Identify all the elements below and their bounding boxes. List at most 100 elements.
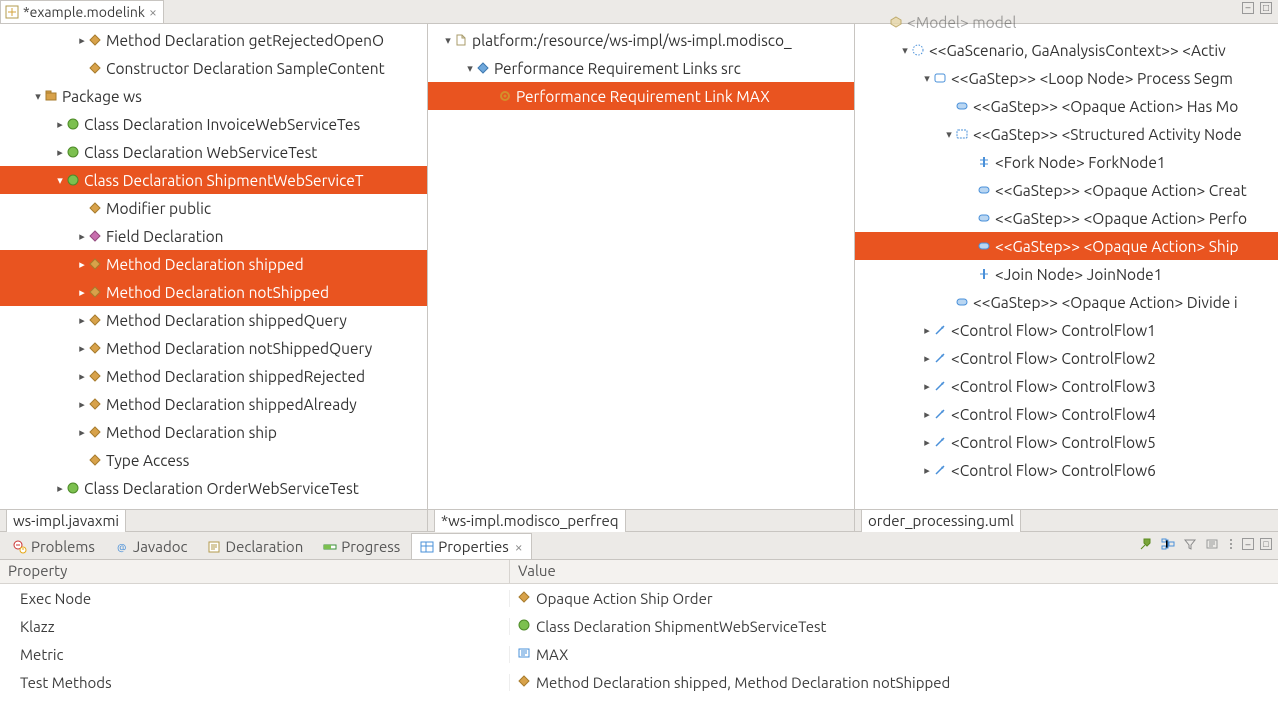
chevron-right-icon[interactable]: ▸	[54, 482, 66, 495]
chevron-right-icon[interactable]: ▸	[76, 34, 88, 47]
tree-row[interactable]: ▸Class Declaration InvoiceWebServiceTes	[0, 110, 427, 138]
chevron-right-icon[interactable]: ▸	[921, 380, 933, 393]
tree-row[interactable]: ▸Class Declaration WebServiceTest	[0, 138, 427, 166]
tree-row-label: <Fork Node> ForkNode1	[995, 154, 1166, 171]
tree-row[interactable]: <Fork Node> ForkNode1	[855, 148, 1278, 176]
tree-mode-icon[interactable]	[1160, 536, 1176, 552]
tree-row[interactable]: ▸<Control Flow> ControlFlow6	[855, 456, 1278, 484]
chevron-down-icon[interactable]: ▾	[899, 44, 911, 57]
class-icon	[518, 619, 532, 633]
chevron-down-icon[interactable]: ▾	[921, 72, 933, 85]
tree-row[interactable]: Performance Requirement Link MAX	[428, 82, 854, 110]
tree-row[interactable]: ▸Method Declaration ship	[0, 418, 427, 446]
tree-row-label: <Join Node> JoinNode1	[995, 266, 1162, 283]
tree-row[interactable]: <<GaStep>> <Opaque Action> Divide i	[855, 288, 1278, 316]
maximize-view-icon[interactable]: □	[1260, 538, 1272, 550]
tree-row[interactable]: ▸Method Declaration shippedAlready	[0, 390, 427, 418]
chevron-right-icon[interactable]: ▸	[54, 118, 66, 131]
chevron-right-icon[interactable]: ▸	[76, 230, 88, 243]
tree-row[interactable]: Type Access	[0, 446, 427, 474]
left-pane-tab[interactable]: ws-impl.javaxmi	[6, 510, 126, 532]
chevron-right-icon[interactable]: ▸	[76, 314, 88, 327]
chevron-right-icon[interactable]: ▸	[921, 352, 933, 365]
tree-row[interactable]: ▾Package ws	[0, 82, 427, 110]
chevron-right-icon[interactable]: ▸	[921, 324, 933, 337]
chevron-right-icon[interactable]: ▸	[76, 342, 88, 355]
tree-row-label: <<GaStep>> <Opaque Action> Divide i	[973, 294, 1238, 311]
tree-row[interactable]: ▾<<GaStep>> <Loop Node> Process Segm	[855, 64, 1278, 92]
tree-row[interactable]: <<GaStep>> <Opaque Action> Perfo	[855, 204, 1278, 232]
properties-body[interactable]: Exec NodeOpaque Action Ship OrderKlazzCl…	[0, 584, 1278, 710]
property-value[interactable]: Method Declaration shipped, Method Decla…	[510, 674, 950, 691]
chevron-down-icon[interactable]: ▾	[32, 90, 44, 103]
tree-row[interactable]: ▸<Control Flow> ControlFlow5	[855, 428, 1278, 456]
chevron-right-icon[interactable]: ▸	[76, 258, 88, 271]
middle-pane-tab[interactable]: *ws-impl.modisco_perfreq	[434, 510, 626, 532]
chevron-down-icon[interactable]: ▾	[464, 62, 476, 75]
tree-row[interactable]: ▸<Control Flow> ControlFlow1	[855, 316, 1278, 344]
property-row[interactable]: MetricMAX	[0, 640, 1278, 668]
chevron-right-icon[interactable]: ▸	[921, 436, 933, 449]
chevron-down-icon[interactable]: ▾	[54, 174, 66, 187]
property-key: Klazz	[0, 618, 510, 635]
tree-row[interactable]: ▸Method Declaration shipped	[0, 250, 427, 278]
tree-row[interactable]: <<GaStep>> <Opaque Action> Creat	[855, 176, 1278, 204]
property-value[interactable]: Class Declaration ShipmentWebServiceTest	[510, 618, 826, 635]
chevron-down-icon[interactable]: ▾	[442, 34, 454, 47]
view-tab-declaration[interactable]: Declaration	[198, 533, 312, 559]
tree-row[interactable]: ▸Method Declaration shippedRejected	[0, 362, 427, 390]
middle-tree[interactable]: ▾platform:/resource/ws-impl/ws-impl.modi…	[428, 24, 854, 509]
filter-icon[interactable]	[1182, 536, 1198, 552]
tree-row[interactable]: ▾Performance Requirement Links src	[428, 54, 854, 82]
tree-row[interactable]: ▾platform:/resource/ws-impl/ws-impl.modi…	[428, 26, 854, 54]
tree-row[interactable]: ▸Class Declaration OrderWebServiceTest	[0, 474, 427, 502]
tree-row[interactable]: ▾<<GaStep>> <Structured Activity Node	[855, 120, 1278, 148]
tree-row[interactable]: Constructor Declaration SampleContent	[0, 54, 427, 82]
col-value[interactable]: Value	[510, 560, 564, 583]
property-row[interactable]: Exec NodeOpaque Action Ship Order	[0, 584, 1278, 612]
close-icon[interactable]: ×	[515, 539, 523, 555]
chevron-right-icon[interactable]: ▸	[54, 146, 66, 159]
chevron-down-icon[interactable]: ▾	[943, 128, 955, 141]
right-pane-tab[interactable]: order_processing.uml	[861, 510, 1021, 532]
chevron-right-icon[interactable]: ▸	[921, 464, 933, 477]
tree-row[interactable]: <<GaStep>> <Opaque Action> Has Mo	[855, 92, 1278, 120]
chevron-right-icon[interactable]: ▸	[76, 398, 88, 411]
javadoc-icon: @	[115, 540, 129, 554]
view-tab-properties[interactable]: Properties×	[411, 533, 531, 559]
right-tree[interactable]: <Model> model▾<<GaScenario, GaAnalysisCo…	[855, 6, 1278, 509]
restore-defaults-icon[interactable]	[1204, 536, 1220, 552]
tree-row[interactable]: ▸Method Declaration notShipped	[0, 278, 427, 306]
property-row[interactable]: KlazzClass Declaration ShipmentWebServic…	[0, 612, 1278, 640]
tree-row[interactable]: ▾Class Declaration ShipmentWebServiceT	[0, 166, 427, 194]
close-icon[interactable]: ×	[149, 5, 157, 19]
chevron-right-icon[interactable]: ▸	[76, 286, 88, 299]
property-row[interactable]: Test MethodsMethod Declaration shipped, …	[0, 668, 1278, 696]
tree-row[interactable]: <<GaStep>> <Opaque Action> Ship	[855, 232, 1278, 260]
view-tab-javadoc[interactable]: @Javadoc	[106, 533, 197, 559]
chevron-right-icon[interactable]: ▸	[76, 426, 88, 439]
minimize-view-icon[interactable]: –	[1242, 538, 1254, 550]
view-tab-progress[interactable]: Progress	[314, 533, 409, 559]
tree-row[interactable]: ▸Method Declaration notShippedQuery	[0, 334, 427, 362]
tree-row[interactable]: <Join Node> JoinNode1	[855, 260, 1278, 288]
tree-row[interactable]: ▸Method Declaration shippedQuery	[0, 306, 427, 334]
left-tree[interactable]: ▸Method Declaration getRejectedOpenOCons…	[0, 24, 427, 509]
tree-row[interactable]: ▸Method Declaration getRejectedOpenO	[0, 26, 427, 54]
chevron-right-icon[interactable]: ▸	[921, 408, 933, 421]
col-property[interactable]: Property	[0, 560, 510, 583]
tree-row[interactable]: ▾<<GaScenario, GaAnalysisContext>> <Acti…	[855, 36, 1278, 64]
tree-row[interactable]: ▸<Control Flow> ControlFlow3	[855, 372, 1278, 400]
tree-row[interactable]: ▸<Control Flow> ControlFlow4	[855, 400, 1278, 428]
tree-row[interactable]: ▸<Control Flow> ControlFlow2	[855, 344, 1278, 372]
tree-row[interactable]: Modifier public	[0, 194, 427, 222]
chevron-right-icon[interactable]: ▸	[76, 370, 88, 383]
property-value[interactable]: MAX	[510, 646, 568, 663]
tree-row[interactable]: <Model> model	[855, 8, 1278, 36]
pin-icon[interactable]	[1138, 536, 1154, 552]
view-menu-icon[interactable]	[1226, 536, 1236, 552]
view-tab-problems[interactable]: Problems	[4, 533, 104, 559]
editor-tab-example-modelink[interactable]: *example.modelink ×	[0, 0, 164, 23]
property-value[interactable]: Opaque Action Ship Order	[510, 590, 713, 607]
tree-row[interactable]: ▸Field Declaration	[0, 222, 427, 250]
